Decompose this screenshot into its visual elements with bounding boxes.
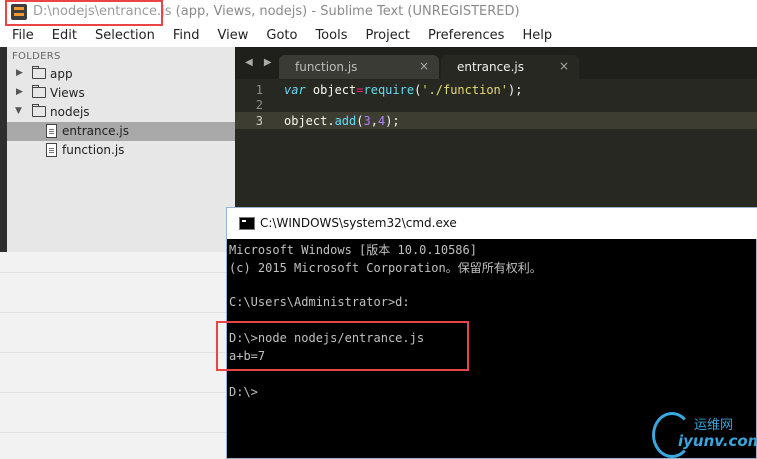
tab-nav-arrows[interactable]: ◀ ▶ <box>245 57 276 68</box>
paren: ); <box>508 83 523 97</box>
sidebar-item-label: app <box>50 67 73 81</box>
cmd-line: (c) 2015 Microsoft Corporation。保留所有权利。 <box>229 261 542 275</box>
close-icon[interactable]: × <box>419 59 429 73</box>
console-icon <box>239 217 255 230</box>
menu-preferences[interactable]: Preferences <box>416 26 510 47</box>
cmd-line: C:\Users\Administrator>d: <box>229 295 410 309</box>
watermark-logo: 运维网 iyunv.com <box>650 408 757 458</box>
code-line-1: var object=require('./function'); <box>284 83 522 97</box>
tab-label: entrance.js <box>457 60 524 74</box>
title-rest: (app, Views, nodejs) - Sublime Text (UNR… <box>171 4 520 19</box>
file-icon <box>46 143 57 157</box>
keyword: var <box>284 83 306 97</box>
watermark-cn: 运维网 <box>694 418 734 433</box>
sidebar-item-label: nodejs <box>50 105 90 119</box>
paren: ( <box>356 114 364 128</box>
sidebar-item-label: entrance.js <box>62 124 129 138</box>
folders-header: FOLDERS <box>12 51 61 62</box>
watermark-en: iyunv.com <box>678 432 757 450</box>
operator: = <box>356 83 364 97</box>
menu-project[interactable]: Project <box>353 26 415 47</box>
line-gutter: 1 2 3 <box>235 79 273 207</box>
sidebar-item-entrance-js[interactable]: entrance.js <box>7 122 235 141</box>
folder-open-icon <box>32 104 46 117</box>
divider <box>0 312 228 313</box>
menu-selection[interactable]: Selection <box>83 26 161 47</box>
output-highlight-box <box>216 321 469 371</box>
menu-bar: File Edit Selection Find View Goto Tools… <box>0 26 757 47</box>
method-call: add <box>334 114 357 128</box>
paren: ); <box>385 114 400 128</box>
menu-edit[interactable]: Edit <box>40 26 83 47</box>
menu-view[interactable]: View <box>206 26 255 47</box>
background-window-area <box>0 252 228 459</box>
menu-goto[interactable]: Goto <box>254 26 303 47</box>
file-icon <box>46 124 57 138</box>
cmd-line: Microsoft Windows [版本 10.0.10586] <box>229 243 477 257</box>
comma: , <box>370 114 378 128</box>
menu-find[interactable]: Find <box>161 26 206 47</box>
cmd-prompt[interactable]: D:\> <box>229 385 258 399</box>
divider <box>0 432 228 433</box>
menu-tools[interactable]: Tools <box>303 26 353 47</box>
cmd-title-bar: C:\WINDOWS\system32\cmd.exe <box>227 208 757 239</box>
menu-file[interactable]: File <box>0 26 40 47</box>
tab-function-js[interactable]: function.js × <box>279 55 439 79</box>
sidebar-item-app[interactable]: ▶ app <box>7 65 235 84</box>
folder-icon <box>32 85 46 98</box>
menu-help[interactable]: Help <box>510 26 558 47</box>
tab-bar: ◀ ▶ function.js × entrance.js × <box>235 47 757 79</box>
chevron-right-icon: ▶ <box>16 68 23 78</box>
cmd-title: C:\WINDOWS\system32\cmd.exe <box>260 216 457 230</box>
number-literal: 3 <box>363 114 371 128</box>
sidebar-item-label: Views <box>50 86 85 100</box>
divider <box>0 352 228 353</box>
tab-entrance-js[interactable]: entrance.js × <box>441 55 579 79</box>
title-highlight-box <box>5 0 163 26</box>
sidebar-item-nodejs[interactable]: ▼ nodejs <box>7 103 235 122</box>
sidebar: FOLDERS ▶ app ▶ Views ▼ nodejs entrance.… <box>7 47 235 252</box>
identifier: object <box>305 83 357 97</box>
divider <box>0 272 228 273</box>
chevron-right-icon: ▶ <box>16 87 23 97</box>
line-number: 3 <box>255 114 263 128</box>
line-number: 1 <box>255 83 263 97</box>
function-call: require <box>363 83 415 97</box>
identifier: object. <box>284 114 335 128</box>
sidebar-item-function-js[interactable]: function.js <box>7 141 235 160</box>
background-window-strip <box>0 47 7 252</box>
divider <box>0 392 228 393</box>
folder-icon <box>32 66 46 79</box>
sidebar-item-label: function.js <box>62 143 125 157</box>
tab-label: function.js <box>295 60 358 74</box>
sidebar-item-views[interactable]: ▶ Views <box>7 84 235 103</box>
chevron-down-icon: ▼ <box>15 106 22 116</box>
close-icon[interactable]: × <box>559 59 569 73</box>
code-line-3: object.add(3,4); <box>284 114 400 128</box>
string-literal: './function' <box>421 83 509 97</box>
line-number: 2 <box>255 98 263 112</box>
